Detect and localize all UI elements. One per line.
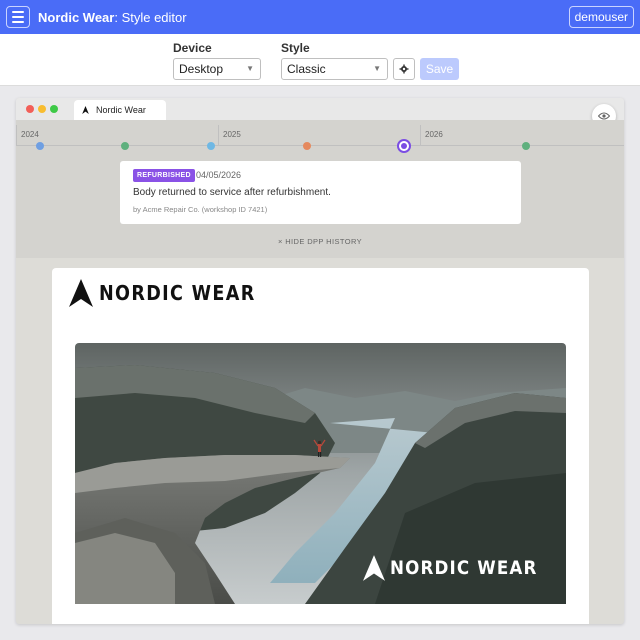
window-close-dot	[26, 105, 34, 113]
browser-tab[interactable]: Nordic Wear	[74, 100, 166, 120]
nordic-wear-logo-icon	[69, 279, 93, 307]
dpp-history-timeline: 2024 2025 2026 REFURBISHED 04/05/2026 Bo…	[16, 120, 624, 258]
timeline-event-selected[interactable]	[397, 139, 411, 153]
style-label: Style	[281, 41, 310, 55]
event-description: Body returned to service after refurbish…	[133, 187, 331, 198]
timeline-event[interactable]	[36, 142, 44, 150]
eye-icon	[598, 112, 610, 120]
brand-logo: NORDIC WEAR	[69, 278, 277, 308]
event-date: 04/05/2026	[196, 170, 242, 180]
preview-page: NORDIC WEAR NORDIC WEAR	[52, 268, 589, 624]
status-badge: REFURBISHED	[133, 169, 195, 182]
hamburger-menu-icon[interactable]	[6, 6, 30, 28]
app-page-name: : Style editor	[114, 10, 187, 25]
style-settings-button[interactable]	[393, 58, 415, 80]
style-select[interactable]: Classic ▼	[281, 58, 388, 80]
hide-dpp-history-button[interactable]: × HIDE DPP HISTORY	[16, 237, 624, 246]
window-maximize-dot	[50, 105, 58, 113]
browser-chrome: Nordic Wear	[16, 98, 624, 120]
timeline-event[interactable]	[207, 142, 215, 150]
nordic-wear-logo-icon	[82, 106, 89, 114]
timeline-axis	[16, 145, 624, 146]
browser-preview: Nordic Wear 2024 2025 2026 REFURBISHED 0…	[16, 98, 624, 624]
chevron-down-icon: ▼	[373, 64, 381, 73]
app-title: Nordic Wear: Style editor	[38, 10, 187, 25]
user-menu-button[interactable]: demouser	[568, 6, 634, 28]
year-label: 2024	[21, 130, 39, 139]
year-label: 2026	[425, 130, 443, 139]
hero-brand-logo: NORDIC WEAR	[363, 555, 558, 581]
year-label: 2025	[223, 130, 241, 139]
device-select-value: Desktop	[179, 62, 224, 76]
save-button[interactable]: Save	[420, 58, 459, 80]
year-separator	[420, 125, 421, 145]
gear-icon	[399, 64, 409, 74]
nordic-wear-logo-icon	[363, 555, 385, 581]
editor-controls: Device Desktop ▼ Style Classic ▼	[0, 34, 640, 86]
window-minimize-dot	[38, 105, 46, 113]
year-separator	[16, 125, 17, 145]
style-select-value: Classic	[287, 62, 326, 76]
year-separator	[218, 125, 219, 145]
device-select[interactable]: Desktop ▼	[173, 58, 261, 80]
app-brand: Nordic Wear	[38, 10, 115, 25]
app-bar: Nordic Wear: Style editor demouser	[0, 0, 640, 34]
timeline-event[interactable]	[522, 142, 530, 150]
timeline-event[interactable]	[121, 142, 129, 150]
chevron-down-icon: ▼	[246, 64, 254, 73]
brand-logo-text: NORDIC WEAR	[99, 281, 256, 305]
timeline-event[interactable]	[303, 142, 311, 150]
event-detail-card: REFURBISHED 04/05/2026 Body returned to …	[120, 161, 521, 224]
hero-image: NORDIC WEAR	[75, 343, 566, 604]
browser-tab-title: Nordic Wear	[96, 105, 146, 115]
event-author: by Acme Repair Co. (workshop ID 7421)	[133, 205, 268, 214]
hero-brand-logo-text: NORDIC WEAR	[390, 557, 538, 579]
device-label: Device	[173, 41, 212, 55]
